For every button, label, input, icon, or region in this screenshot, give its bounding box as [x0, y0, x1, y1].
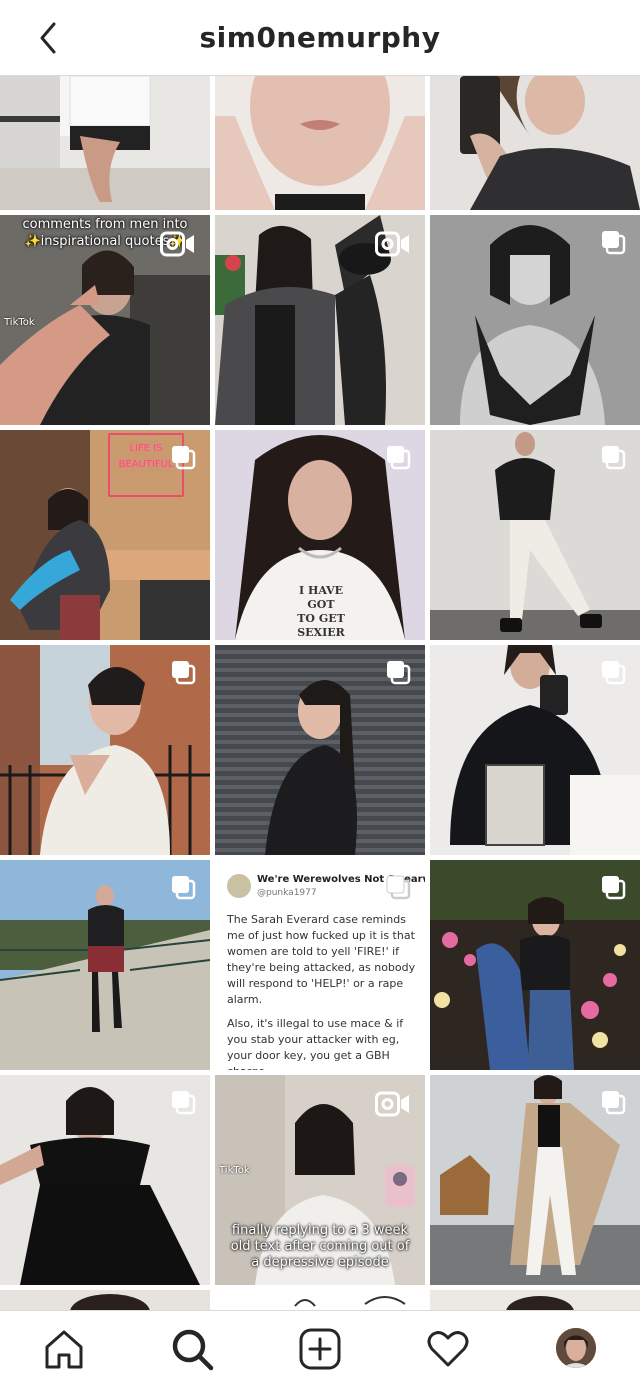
post-tile[interactable]: comments from men into ✨inspirational qu… [0, 215, 210, 425]
shirt-print-text: I HAVE GOT TO GET SEXIER [297, 584, 345, 639]
post-tile[interactable]: TikTok finally replying to a 3 week old … [215, 1075, 425, 1285]
tiktok-watermark: TikTok [219, 1165, 250, 1176]
post-tile[interactable] [0, 1290, 210, 1310]
reel-caption-line: a depressive episode [251, 1255, 389, 1270]
post-photo [430, 1290, 640, 1310]
post-tile[interactable] [430, 860, 640, 1070]
post-tile[interactable] [215, 645, 425, 855]
tweet-paragraph: Also, it's illegal to use mace & if you … [227, 1017, 404, 1070]
post-tile[interactable] [215, 215, 425, 425]
heart-icon[interactable] [426, 1327, 470, 1371]
tweet-handle: @punka1977 [257, 888, 317, 898]
post-tile[interactable] [0, 860, 210, 1070]
post-tile[interactable] [430, 76, 640, 210]
tweet-avatar [227, 874, 251, 898]
multiple-photos-icon [387, 661, 411, 685]
tweet-body: The Sarah Everard case reminds me of jus… [227, 912, 417, 1070]
multiple-photos-icon [172, 876, 196, 900]
post-tile[interactable] [215, 76, 425, 210]
bottom-nav [0, 1310, 640, 1386]
profile-avatar[interactable] [556, 1328, 596, 1368]
multiple-photos-icon [172, 661, 196, 685]
post-tile[interactable]: We're Werewolves Not Swearwol @punka1977… [215, 860, 425, 1070]
plus-square-icon[interactable] [298, 1327, 342, 1371]
post-tile[interactable] [430, 1290, 640, 1310]
post-photo [430, 76, 640, 210]
tweet-paragraph: The Sarah Everard case reminds me of jus… [227, 913, 416, 1006]
video-camera-icon [375, 1091, 409, 1117]
search-icon[interactable] [170, 1327, 214, 1371]
multiple-photos-icon [602, 1091, 626, 1115]
post-tile[interactable]: I HAVE GOT TO GET SEXIER [215, 430, 425, 640]
reel-caption-line: old text after coming out of [230, 1239, 410, 1254]
post-tile[interactable] [215, 1290, 425, 1310]
post-tile[interactable] [430, 215, 640, 425]
post-photo [0, 1290, 210, 1310]
posts-grid: comments from men into ✨inspirational qu… [0, 76, 640, 1310]
post-photo [0, 76, 210, 210]
profile-username: sim0nemurphy [199, 21, 441, 54]
post-tile[interactable] [0, 645, 210, 855]
avatar-image [556, 1328, 596, 1368]
top-bar: sim0nemurphy [0, 0, 640, 76]
multiple-photos-icon [602, 876, 626, 900]
multiple-photos-icon [602, 231, 626, 255]
multiple-photos-icon [172, 446, 196, 470]
post-tile[interactable] [430, 430, 640, 640]
home-icon[interactable] [42, 1327, 86, 1371]
post-tile[interactable] [0, 76, 210, 210]
post-photo [215, 1290, 425, 1310]
video-camera-icon [160, 231, 194, 257]
multiple-photos-icon [602, 661, 626, 685]
multiple-photos-icon [602, 446, 626, 470]
multiple-photos-icon [387, 446, 411, 470]
post-tile[interactable]: LIFE IS BEAUTIFUL [0, 430, 210, 640]
reel-caption-line: finally replying to a 3 week [231, 1223, 409, 1238]
post-tile[interactable] [430, 645, 640, 855]
video-camera-icon [375, 231, 409, 257]
tiktok-watermark: TikTok [4, 317, 35, 328]
post-tile[interactable] [430, 1075, 640, 1285]
multiple-photos-icon [386, 875, 411, 900]
post-photo [215, 76, 425, 210]
multiple-photos-icon [172, 1091, 196, 1115]
post-tile[interactable] [0, 1075, 210, 1285]
